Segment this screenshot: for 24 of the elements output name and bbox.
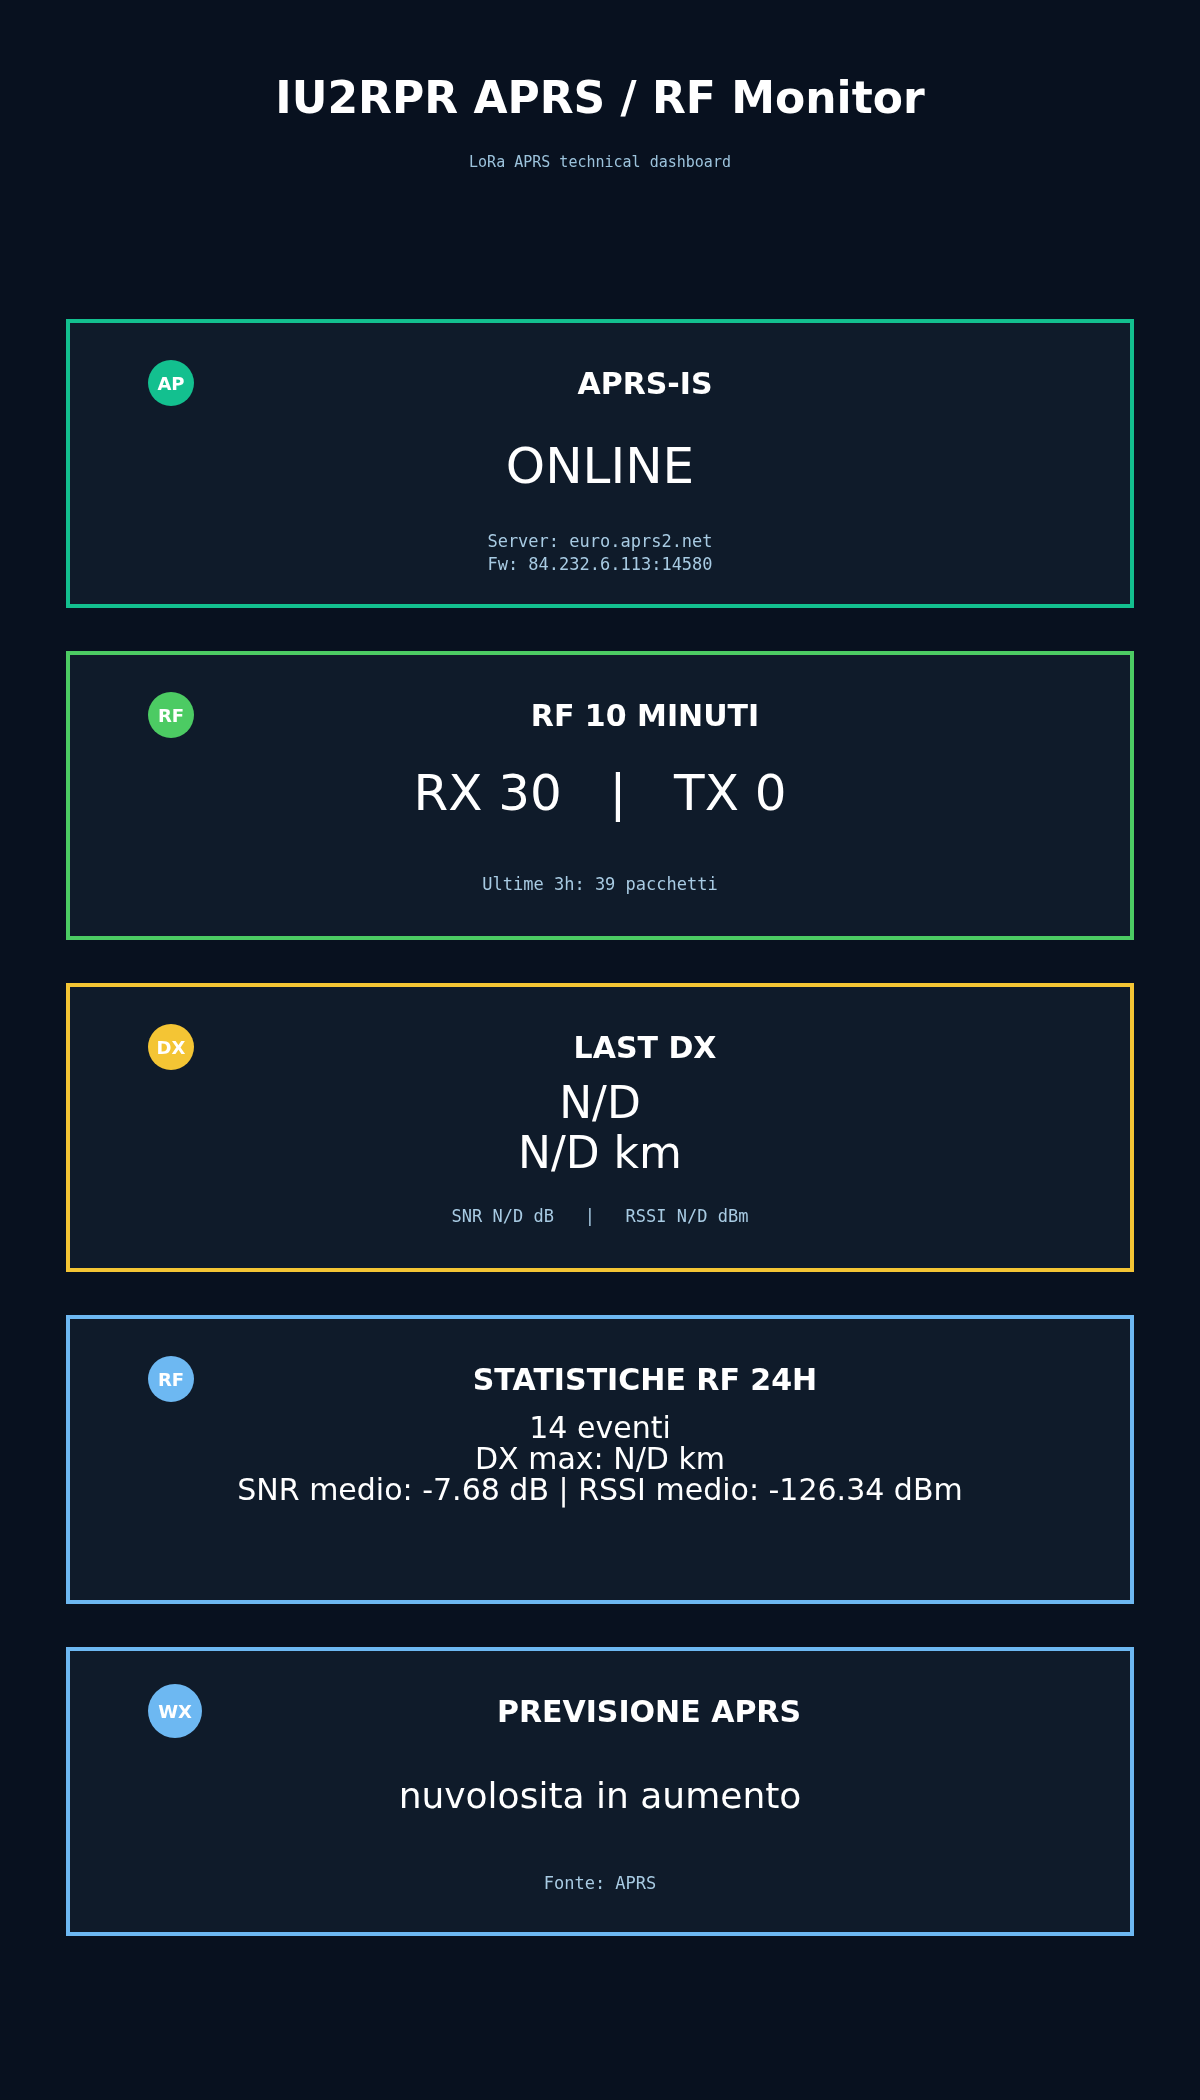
- card-value: N/D: [559, 1078, 641, 1128]
- card-badge: RF: [148, 692, 194, 738]
- card-detail: Ultime 3h: 39 pacchetti: [482, 873, 718, 896]
- card-title: STATISTICHE RF 24H: [471, 1361, 819, 1397]
- card-badge: AP: [148, 360, 194, 406]
- card-value: RX 30 | TX 0: [413, 763, 787, 823]
- card-title: LAST DX: [572, 1029, 718, 1065]
- card-detail: SNR N/D dB | RSSI N/D dBm: [451, 1205, 749, 1228]
- card-badge: DX: [148, 1024, 194, 1070]
- card-value: DX max: N/D km: [475, 1443, 725, 1474]
- card-title: RF 10 MINUTI: [529, 697, 761, 733]
- card-badge: WX: [148, 1684, 202, 1738]
- page-subtitle: LoRa APRS technical dashboard: [469, 152, 731, 172]
- card-badge: RF: [148, 1356, 194, 1402]
- card-title: APRS-IS: [576, 365, 714, 401]
- page-title: IU2RPR APRS / RF Monitor: [275, 71, 925, 125]
- card-value: ONLINE: [505, 436, 695, 496]
- card-value: N/D km: [518, 1128, 682, 1178]
- card-detail: Fonte: APRS: [543, 1872, 657, 1895]
- card-detail: Fw: 84.232.6.113:14580: [487, 553, 713, 576]
- card-value: 14 eventi: [529, 1412, 671, 1443]
- card-title: PREVISIONE APRS: [495, 1693, 803, 1729]
- card-value: nuvolosita in aumento: [398, 1774, 802, 1818]
- card-detail: Server: euro.aprs2.net: [487, 530, 713, 553]
